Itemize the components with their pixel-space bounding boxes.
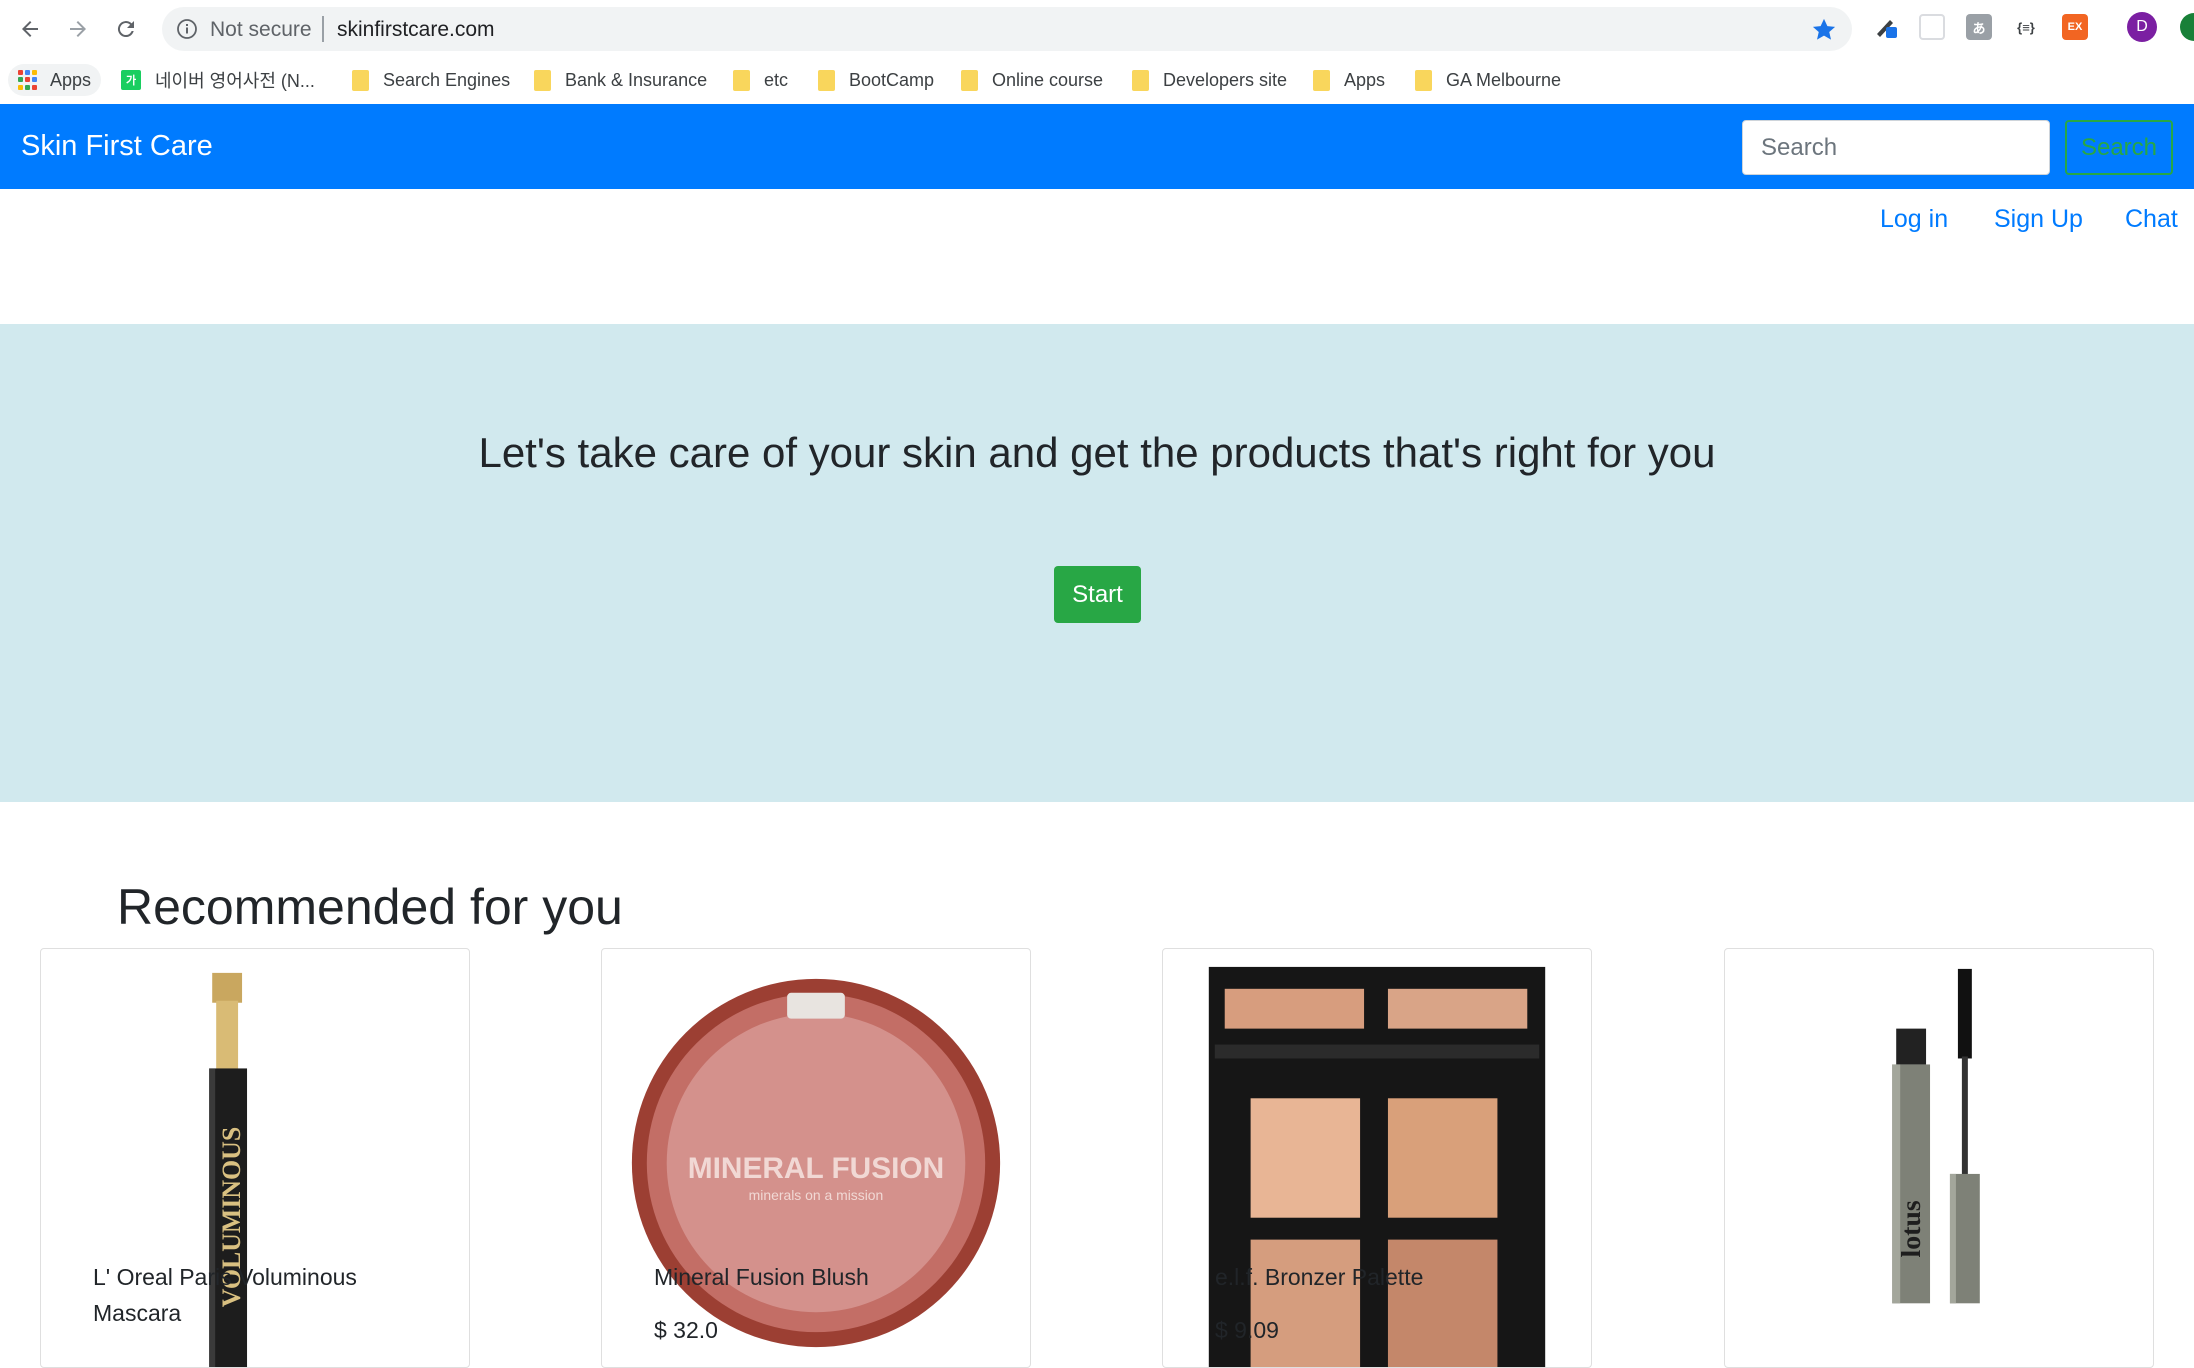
folder-icon [1313,69,1330,91]
browser-toolbar: Not secure skinfirstcare.com あ {≡} EX D [0,0,2194,58]
info-icon[interactable] [176,18,198,40]
bookmark-apps[interactable]: Apps [8,64,102,96]
folder-icon [352,69,369,91]
bronzer-palette-product-image [1208,966,1546,1367]
product-price: $ 9.09 [1215,1317,1279,1343]
bookmark-folder-bootcamp[interactable]: BootCamp [818,64,934,96]
product-card[interactable]: VOLUMINOUS L' Oreal Paris Voluminous Mas… [40,948,470,1368]
back-button[interactable] [12,11,48,47]
ex-extension-icon[interactable]: EX [2062,14,2088,40]
bookmark-label: BootCamp [849,69,935,90]
bookmarks-bar: Apps 가 네이버 영어사전 (N... Search Engines Ban… [0,58,2194,105]
forward-arrow-icon [70,21,86,37]
brand-link[interactable]: Skin First Care [21,130,213,163]
bookmark-folder-etc[interactable]: etc [733,64,788,96]
product-price: $ 32.0 [654,1317,718,1343]
product-name: e.l.f. Bronzer Palette [1215,1264,1424,1290]
folder-icon [1132,69,1149,91]
product-card[interactable]: MINERAL FUSION minerals on a mission Min… [601,948,1031,1368]
bookmark-folder-ga-melbourne[interactable]: GA Melbourne [1415,64,1561,96]
bookmark-label: etc [764,69,789,90]
chat-link[interactable]: Chat [2125,205,2178,234]
reload-icon [117,21,134,38]
product-card[interactable]: e.l.f. Bronzer Palette $ 9.09 [1162,948,1592,1368]
svg-text:minerals on a mission: minerals on a mission [749,1187,884,1203]
lotus-mascara-product-image: lotus [1892,968,1980,1304]
product-name: Mineral Fusion Blush [654,1264,869,1290]
folder-icon [818,69,835,91]
url-text[interactable]: skinfirstcare.com [337,18,495,42]
hero-jumbotron: Let's take care of your skin and get the… [0,324,2194,802]
bookmark-label: Developers site [1163,69,1288,90]
security-label: Not secure [210,18,312,41]
update-icon[interactable] [2180,13,2194,41]
bookmark-label: Online course [992,69,1104,90]
folder-icon [733,69,750,91]
bookmark-label: 네이버 영어사전 (N... [155,71,315,91]
bookmark-label: Apps [50,69,92,90]
naver-dictionary-icon: 가 [121,70,141,90]
blush-product-image: MINERAL FUSION minerals on a mission [631,978,1001,1348]
bookmark-label: Apps [1344,69,1386,90]
profile-avatar[interactable]: D [2127,12,2157,42]
bookmark-naver[interactable]: 가 네이버 영어사전 (N... [121,64,315,96]
start-button[interactable]: Start [1054,566,1141,623]
folder-icon [961,69,978,91]
product-name: L' Oreal Paris Voluminous Mascara [93,1264,357,1326]
json-extension-icon[interactable]: {≡} [2013,14,2039,40]
screenshot-extension-icon[interactable] [1919,14,1945,40]
bookmark-star-icon[interactable] [1810,16,1838,44]
folder-icon [1415,69,1432,91]
reload-button[interactable] [108,11,144,47]
forward-button[interactable] [60,11,96,47]
bookmark-folder-apps[interactable]: Apps [1313,64,1385,96]
bookmark-folder-search-engines[interactable]: Search Engines [352,64,510,96]
pen-extension-icon[interactable] [1873,14,1899,40]
apps-grid-icon [18,70,38,90]
svg-text:MINERAL FUSION: MINERAL FUSION [688,1152,944,1185]
bookmark-folder-online-course[interactable]: Online course [961,64,1103,96]
address-bar[interactable]: Not secure skinfirstcare.com [162,7,1852,51]
search-button[interactable]: Search [2065,120,2173,175]
bookmark-label: GA Melbourne [1446,69,1562,90]
search-input[interactable] [1742,120,2050,175]
bookmark-folder-bank-insurance[interactable]: Bank & Insurance [534,64,707,96]
folder-icon [534,69,551,91]
bookmark-label: Search Engines [383,69,511,90]
recommended-title: Recommended for you [117,879,623,935]
login-link[interactable]: Log in [1880,205,1948,234]
translate-extension-icon[interactable]: あ [1966,14,1992,40]
site-navbar: Skin First Care Search [0,104,2194,189]
back-arrow-icon [22,21,38,37]
bookmark-label: Bank & Insurance [565,69,708,90]
product-card[interactable]: lotus [1724,948,2154,1368]
signup-link[interactable]: Sign Up [1994,205,2083,234]
hero-title: Let's take care of your skin and get the… [478,429,1716,476]
svg-text:lotus: lotus [1896,1200,1927,1257]
bookmark-folder-developers-site[interactable]: Developers site [1132,64,1287,96]
omnibox-divider [322,16,324,42]
